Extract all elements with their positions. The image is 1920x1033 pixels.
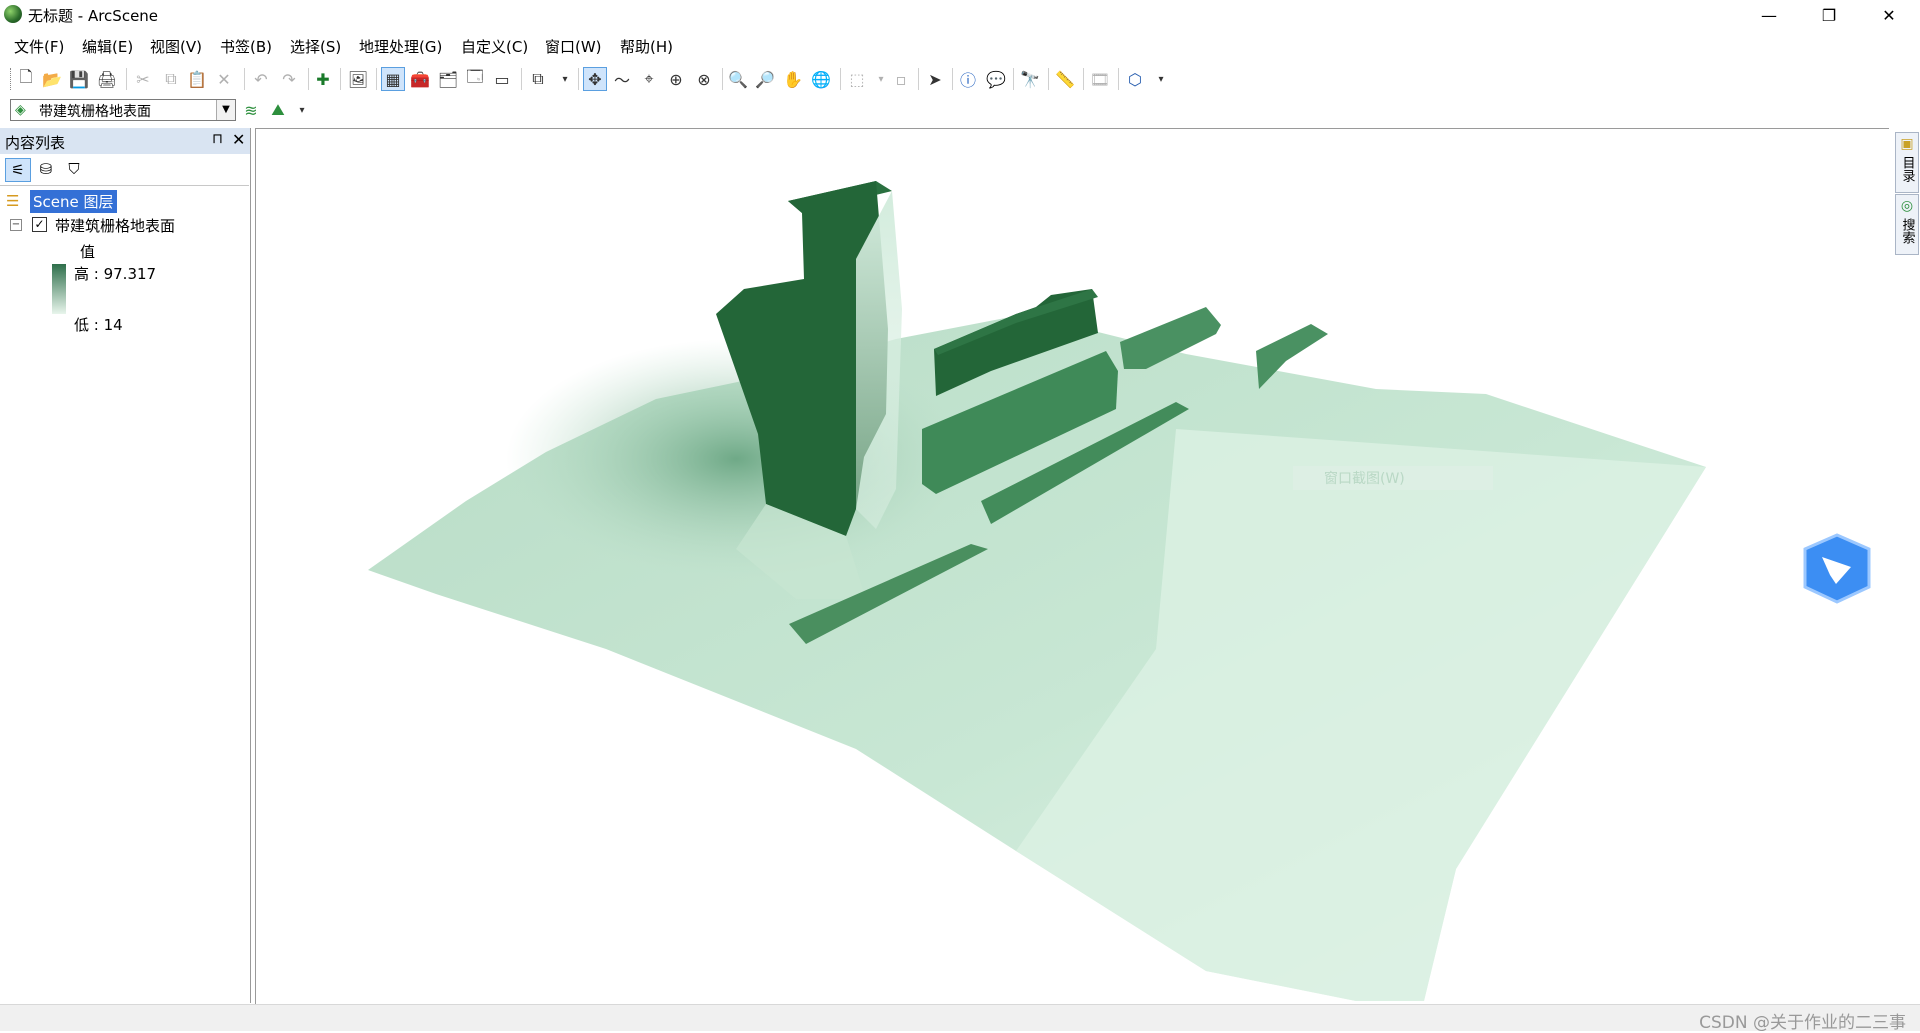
list-by-drawing-order-icon[interactable]: ⚟ <box>5 158 31 182</box>
menu-help[interactable]: 帮助(H) <box>620 36 673 57</box>
tab-search[interactable]: ◎ 搜索 <box>1895 194 1919 255</box>
watermark: CSDN @关于作业的二三事 <box>1699 1013 1906 1033</box>
list-by-source-icon[interactable]: ⛁ <box>34 158 58 180</box>
3d-terrain-render[interactable]: 窗口截图(W) <box>256 129 1889 1004</box>
select-arrow-icon[interactable]: ➤ <box>924 68 946 90</box>
paste-icon[interactable]: 📋 <box>186 68 208 90</box>
menu-bar: 文件(F) 编辑(E) 视图(V) 书签(B) 选择(S) 地理处理(G) 自定… <box>0 31 1920 61</box>
menu-file[interactable]: 文件(F) <box>14 36 64 57</box>
catalog-icon[interactable]: 🗂 <box>437 68 459 90</box>
legend-high-label: 高 : 97.317 <box>74 265 157 283</box>
menu-edit[interactable]: 编辑(E) <box>82 36 133 57</box>
3d-effects-icon[interactable]: ⬡ <box>1124 68 1146 90</box>
layer-combo-value: 带建筑栅格地表面 <box>39 104 151 120</box>
toc-body: ☰ Scene 图层 − ✓ 带建筑栅格地表面 值 高 : 97.317 低 :… <box>0 185 249 1004</box>
legend-value-label: 值 <box>80 243 96 261</box>
navigate-icon[interactable]: ✥ <box>583 67 607 91</box>
floating-app-badge[interactable] <box>1803 533 1871 604</box>
layers-icon: ☰ <box>6 192 20 210</box>
legend-low-label: 低 : 14 <box>74 316 123 334</box>
select-features-icon[interactable]: ⬚ <box>846 68 868 90</box>
zoom-in-icon[interactable]: 🔍 <box>727 68 749 90</box>
search-tab-label: 搜索 <box>1899 218 1915 244</box>
contour-icon[interactable]: ≋ <box>240 99 262 121</box>
scene-layers-label[interactable]: Scene 图层 <box>30 190 117 213</box>
toolbar-overflow-icon-2[interactable]: ▾ <box>1150 68 1172 90</box>
toolbar-grip[interactable] <box>10 68 14 90</box>
layer-name[interactable]: 带建筑栅格地表面 <box>55 215 175 236</box>
title-bar: 无标题 - ArcScene — ❐ ✕ <box>0 0 1920 30</box>
print-icon[interactable]: 🖨 <box>96 68 118 90</box>
layer-combo[interactable]: ◈ 带建筑栅格地表面 ▼ <box>10 99 236 121</box>
menu-selection[interactable]: 选择(S) <box>290 36 341 57</box>
save-icon[interactable]: 💾 <box>68 68 90 90</box>
menu-view[interactable]: 视图(V) <box>150 36 202 57</box>
toc-tools: ⚟ ⛁ ⛉ <box>0 154 250 184</box>
set-observer-icon[interactable]: ⊗ <box>693 68 715 90</box>
catalog-tab-icon: ▣ <box>1900 136 1914 152</box>
toc-header: 内容列表 ⊓ ✕ <box>0 128 250 154</box>
scene-properties-icon[interactable]: 🗔 <box>464 67 486 90</box>
steepest-path-icon[interactable]: ⛰ <box>267 99 289 121</box>
model-builder-icon[interactable]: ⧉ <box>527 68 549 90</box>
undo-icon[interactable]: ↶ <box>250 68 272 90</box>
close-button[interactable]: ✕ <box>1860 0 1918 30</box>
attribute-table-icon[interactable]: ▦ <box>381 67 405 91</box>
center-target-icon[interactable]: ⌖ <box>638 68 660 90</box>
side-dock-tabs: ▣ 目录 ◎ 搜索 <box>1892 128 1920 1003</box>
zoom-target-icon[interactable]: ⊕ <box>665 68 687 90</box>
identify-icon[interactable]: ⓘ <box>957 68 979 90</box>
menu-window[interactable]: 窗口(W) <box>545 36 602 57</box>
table-of-contents: 内容列表 ⊓ ✕ ⚟ ⛁ ⛉ ☰ Scene 图层 − ✓ 带建筑栅格地表面 值… <box>0 128 251 1003</box>
find-icon[interactable]: 🔭 <box>1019 68 1041 90</box>
toolbar-overflow-icon-3[interactable]: ▾ <box>291 99 313 121</box>
cut-icon[interactable]: ✂ <box>132 68 154 90</box>
toolbox-icon[interactable]: 🧰 <box>409 68 431 90</box>
html-popup-icon[interactable]: 💬 <box>985 68 1007 90</box>
select-dropdown-icon[interactable]: ▾ <box>870 68 892 90</box>
toc-close-icon[interactable]: ✕ <box>232 130 245 149</box>
restore-button[interactable]: ❐ <box>1800 0 1858 30</box>
catalog-tab-label: 目录 <box>1899 156 1915 182</box>
fly-icon[interactable]: 〜 <box>611 68 633 90</box>
clear-selection-icon[interactable]: ▫ <box>890 68 912 90</box>
status-bar: CSDN @关于作业的二三事 <box>0 1004 1920 1033</box>
menu-customize[interactable]: 自定义(C) <box>461 36 528 57</box>
standard-toolbar: 🗋 📂 💾 🖨 ✂ ⧉ 📋 ✕ ↶ ↷ ✚ 🖼 ▦ 🧰 🗂 🗔 ▭ ⧉ ▾ ✥ … <box>0 62 1920 96</box>
pan-icon[interactable]: ✋ <box>782 68 804 90</box>
menu-geoprocessing[interactable]: 地理处理(G) <box>359 36 442 57</box>
redo-icon[interactable]: ↷ <box>278 68 300 90</box>
measure-icon[interactable]: 📏 <box>1054 68 1076 90</box>
arcscene-app-icon <box>4 5 22 23</box>
open-icon[interactable]: 📂 <box>41 68 63 90</box>
ghost-menu-text: 窗口截图(W) <box>1324 470 1405 487</box>
menu-bookmarks[interactable]: 书签(B) <box>220 36 272 57</box>
pin-icon[interactable]: ⊓ <box>212 131 223 147</box>
copy-icon[interactable]: ⧉ <box>160 68 182 90</box>
list-by-visibility-icon[interactable]: ⛉ <box>62 158 86 180</box>
window-title: 无标题 - ArcScene <box>28 7 159 25</box>
toc-title: 内容列表 <box>5 134 66 152</box>
export-icon[interactable]: 🖼 <box>347 68 369 90</box>
add-data-icon[interactable]: ✚ <box>312 68 334 90</box>
animation-icon[interactable]: 🎞 <box>1089 68 1111 90</box>
color-ramp[interactable] <box>52 264 66 314</box>
tab-catalog[interactable]: ▣ 目录 <box>1895 132 1919 193</box>
toolbar-overflow-icon[interactable]: ▾ <box>554 68 576 90</box>
scene-view[interactable]: 窗口截图(W) <box>255 128 1889 1004</box>
zoom-out-icon[interactable]: 🔎 <box>754 68 776 90</box>
new-icon[interactable]: 🗋 <box>15 67 37 90</box>
layer-visibility-checkbox[interactable]: ✓ <box>32 217 47 232</box>
delete-icon[interactable]: ✕ <box>213 68 235 90</box>
chevron-down-icon[interactable]: ▼ <box>216 100 235 120</box>
3d-analyst-toolbar: ◈ 带建筑栅格地表面 ▼ ≋ ⛰ ▾ <box>0 96 1920 126</box>
raster-layer-icon: ◈ <box>15 102 26 118</box>
scene-window-icon[interactable]: ▭ <box>491 68 513 90</box>
collapse-icon[interactable]: − <box>10 219 22 231</box>
full-extent-icon[interactable]: 🌐 <box>810 68 832 90</box>
search-tab-icon: ◎ <box>1900 198 1914 214</box>
minimize-button[interactable]: — <box>1740 0 1798 30</box>
